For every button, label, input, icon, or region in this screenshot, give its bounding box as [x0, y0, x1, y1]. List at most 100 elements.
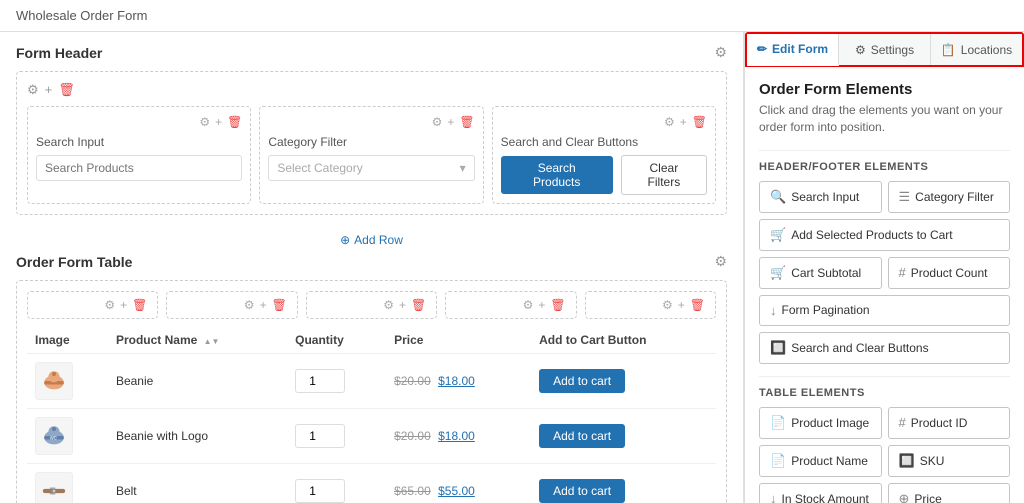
- search-col-add[interactable]: +: [215, 115, 222, 129]
- category-select[interactable]: Select Category ▾: [268, 155, 474, 181]
- price-col-add[interactable]: +: [538, 298, 545, 312]
- img-col-add[interactable]: +: [120, 298, 127, 312]
- tab-locations-label: Locations: [961, 43, 1012, 57]
- category-placeholder: Select Category: [277, 161, 362, 175]
- img-col-gear[interactable]: ⚙: [104, 298, 115, 312]
- quantity-input-field[interactable]: [295, 369, 345, 393]
- tab-settings[interactable]: ⚙ Settings: [839, 34, 931, 65]
- add-to-cart-button[interactable]: Add to cart: [539, 369, 625, 393]
- name-col-gear[interactable]: ⚙: [244, 298, 255, 312]
- table-row: Belt $65.00 $55.00 Add to cart: [27, 464, 716, 503]
- search-col-gear[interactable]: ⚙: [199, 115, 210, 129]
- price-new[interactable]: $18.00: [438, 374, 475, 388]
- search-input-column: ⚙ + 🗑 Search Input: [27, 106, 251, 204]
- element-btn-search-input[interactable]: 🔍Search Input: [759, 181, 882, 213]
- clear-filters-button[interactable]: Clear Filters: [621, 155, 707, 195]
- search-input-label: Search Input: [36, 135, 242, 149]
- col-quantity: Quantity: [287, 327, 386, 354]
- element-btn-search-clear[interactable]: 🔲Search and Clear Buttons: [759, 332, 1010, 364]
- price-col-gear[interactable]: ⚙: [523, 298, 534, 312]
- price-icon: ⊕: [899, 491, 910, 503]
- tab-locations[interactable]: 📋 Locations: [931, 34, 1022, 65]
- zone-gear-icon[interactable]: ⚙: [27, 82, 39, 98]
- name-col-add[interactable]: +: [260, 298, 267, 312]
- element-btn-product-name[interactable]: 📄 Product Name: [759, 445, 882, 477]
- add-to-cart-button[interactable]: Add to cart: [539, 424, 625, 448]
- quantity-input-field[interactable]: [295, 424, 345, 448]
- order-table-gear-icon[interactable]: ⚙: [714, 253, 727, 270]
- price-cell: $65.00 $55.00: [386, 464, 531, 503]
- element-btn-product-id[interactable]: #Product ID: [888, 407, 1011, 439]
- main-layout: Form Header ⚙ ⚙ + 🗑 ⚙ +: [0, 32, 1024, 503]
- header-footer-group-title: Header/Footer Elements: [759, 150, 1010, 173]
- element-btn-cart-subtotal[interactable]: 🛒Cart Subtotal: [759, 257, 882, 289]
- cat-col-delete[interactable]: 🗑: [459, 115, 474, 129]
- right-tabs: ✏ Edit Form ⚙ Settings 📋 Locations: [745, 32, 1024, 67]
- cart-col-add[interactable]: +: [678, 298, 685, 312]
- sc-col-delete[interactable]: 🗑: [692, 115, 707, 129]
- cart-subtotal-label: Cart Subtotal: [791, 266, 861, 280]
- table-group-title: TABLE ELEMENTS: [759, 376, 1010, 399]
- price-cell: $20.00 $18.00: [386, 354, 531, 409]
- add-row-label: Add Row: [354, 233, 403, 247]
- quantity-input-field[interactable]: [295, 479, 345, 503]
- tab-edit-form[interactable]: ✏ Edit Form: [747, 34, 839, 66]
- form-header-title: Form Header: [16, 45, 102, 61]
- element-btn-form-pagination[interactable]: ↓Form Pagination: [759, 295, 1010, 326]
- search-col-delete[interactable]: 🗑: [227, 115, 242, 129]
- element-btn-in-stock[interactable]: ↓In Stock Amount: [759, 483, 882, 503]
- zone-delete-icon[interactable]: 🗑: [58, 82, 75, 98]
- product-count-label: Product Count: [911, 266, 988, 280]
- sc-col-add[interactable]: +: [680, 115, 687, 129]
- search-input-field[interactable]: [36, 155, 242, 181]
- order-table-section-header: Order Form Table ⚙: [16, 253, 727, 270]
- zone-add-icon[interactable]: +: [45, 82, 53, 98]
- qty-col-delete[interactable]: 🗑: [411, 298, 426, 312]
- element-btn-product-count[interactable]: #Product Count: [888, 257, 1011, 289]
- locations-icon: 📋: [941, 43, 956, 57]
- price-new[interactable]: $55.00: [438, 484, 475, 498]
- product-name-label: Product Name: [791, 454, 868, 468]
- element-btn-category-filter[interactable]: ☰Category Filter: [888, 181, 1011, 213]
- table-row: WC Beanie with Logo $20.00 $18.00 Add to…: [27, 409, 716, 464]
- form-header-gear-icon[interactable]: ⚙: [714, 44, 727, 61]
- qty-col-add[interactable]: +: [399, 298, 406, 312]
- form-header-section-header: Form Header ⚙: [16, 44, 727, 61]
- element-btn-price[interactable]: ⊕Price: [888, 483, 1011, 503]
- col-product-name: Product Name ▲▼: [108, 327, 287, 354]
- add-row-button[interactable]: ⊕ Add Row: [16, 227, 727, 253]
- form-pagination-icon: ↓: [770, 303, 777, 318]
- name-col-delete[interactable]: 🗑: [272, 298, 287, 312]
- form-header-top: ⚙ + 🗑: [27, 82, 716, 98]
- sku-icon: 🔲: [899, 453, 915, 469]
- product-name-icon: 📄: [770, 453, 786, 469]
- qty-col-gear[interactable]: ⚙: [383, 298, 394, 312]
- img-col-control: ⚙ + 🗑: [27, 291, 158, 319]
- cat-col-gear[interactable]: ⚙: [432, 115, 443, 129]
- elements-title: Order Form Elements: [759, 81, 1010, 98]
- element-btn-add-selected[interactable]: 🛒Add Selected Products to Cart: [759, 219, 1010, 251]
- price-col-control: ⚙ + 🗑: [445, 291, 576, 319]
- price-old: $20.00: [394, 374, 431, 388]
- order-table-zone: ⚙ + 🗑 ⚙ + 🗑 ⚙: [16, 280, 727, 503]
- search-products-button[interactable]: Search Products: [501, 156, 613, 194]
- img-col-delete[interactable]: 🗑: [132, 298, 147, 312]
- price-col-delete[interactable]: 🗑: [550, 298, 565, 312]
- cart-col-gear[interactable]: ⚙: [662, 298, 673, 312]
- app-title: Wholesale Order Form: [16, 8, 147, 23]
- search-clear-column: ⚙ + 🗑 Search and Clear Buttons Search Pr…: [492, 106, 716, 204]
- category-filter-label: Category Filter: [915, 190, 994, 204]
- product-image-cell: WC: [35, 417, 73, 455]
- add-to-cart-button[interactable]: Add to cart: [539, 479, 625, 503]
- cart-col-delete[interactable]: 🗑: [690, 298, 705, 312]
- sort-arrows-name[interactable]: ▲▼: [204, 338, 220, 346]
- element-btn-sku[interactable]: 🔲SKU: [888, 445, 1011, 477]
- table-elements-grid: 📄Product Image#Product ID 📄 Product Name 🔲S…: [759, 407, 1010, 503]
- name-col-control: ⚙ + 🗑: [166, 291, 297, 319]
- element-btn-product-image[interactable]: 📄Product Image: [759, 407, 882, 439]
- form-header-zone-controls: ⚙ + 🗑: [27, 82, 75, 98]
- price-new[interactable]: $18.00: [438, 429, 475, 443]
- col-add-to-cart: Add to Cart Button: [531, 327, 716, 354]
- sc-col-gear[interactable]: ⚙: [664, 115, 675, 129]
- cat-col-add[interactable]: +: [447, 115, 454, 129]
